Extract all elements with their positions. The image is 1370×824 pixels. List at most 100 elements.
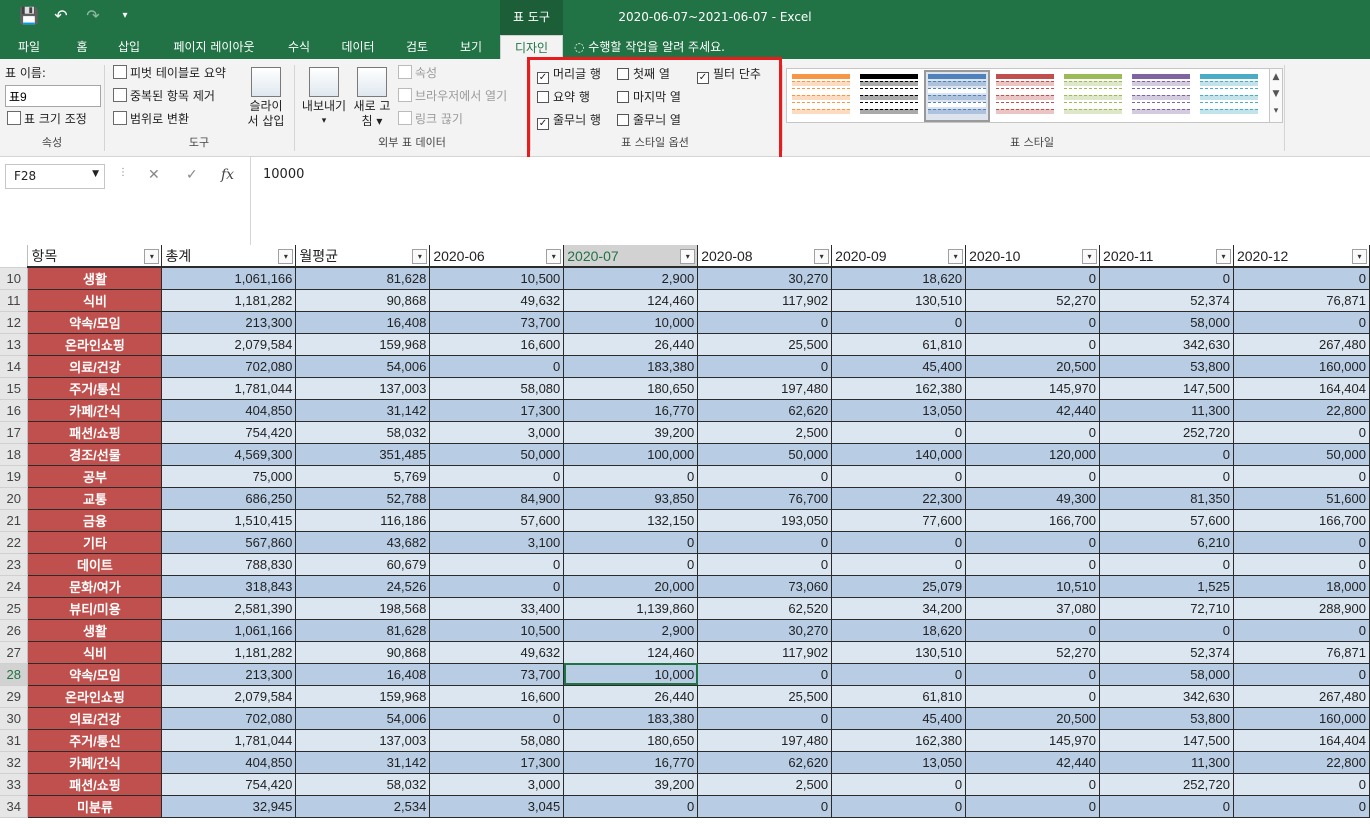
- value-cell[interactable]: 3,100: [429, 531, 565, 554]
- column-header[interactable]: 2020-07 ▾: [563, 245, 699, 268]
- value-cell[interactable]: 3,000: [429, 773, 565, 796]
- value-cell[interactable]: 2,500: [697, 421, 833, 444]
- value-cell[interactable]: 1,139,860: [563, 597, 699, 620]
- table-style-swatch[interactable]: [858, 72, 920, 120]
- properties-button[interactable]: 속성: [398, 65, 437, 81]
- category-cell[interactable]: 카페/간식: [27, 399, 163, 422]
- value-cell[interactable]: 0: [965, 465, 1101, 488]
- value-cell[interactable]: 25,079: [831, 575, 967, 598]
- value-cell[interactable]: 24,526: [295, 575, 431, 598]
- column-header[interactable]: 2020-08 ▾: [697, 245, 833, 268]
- value-cell[interactable]: 162,380: [831, 377, 967, 400]
- value-cell[interactable]: 2,534: [295, 795, 431, 818]
- value-cell[interactable]: 197,480: [697, 729, 833, 752]
- tab-design[interactable]: 디자인: [500, 35, 563, 59]
- category-cell[interactable]: 패션/쇼핑: [27, 421, 163, 444]
- value-cell[interactable]: 0: [697, 707, 833, 730]
- value-cell[interactable]: 58,080: [429, 729, 565, 752]
- value-cell[interactable]: 22,800: [1233, 399, 1370, 422]
- value-cell[interactable]: 58,032: [295, 773, 431, 796]
- value-cell[interactable]: 0: [697, 795, 833, 818]
- value-cell[interactable]: 11,300: [1099, 751, 1234, 774]
- value-cell[interactable]: 0: [1233, 267, 1370, 290]
- category-cell[interactable]: 생활: [27, 267, 163, 290]
- value-cell[interactable]: 77,600: [831, 509, 967, 532]
- worksheet-grid[interactable]: 항목 ▾ 총계 ▾ 월평균 ▾ 2020-06 ▾ 2020-07 ▾ 2020-08 ▾ 2020-0…: [0, 245, 1370, 824]
- value-cell[interactable]: 124,460: [563, 289, 699, 312]
- value-cell[interactable]: 180,650: [563, 377, 699, 400]
- value-cell[interactable]: 61,810: [831, 333, 967, 356]
- value-cell[interactable]: 0: [1233, 795, 1370, 818]
- value-cell[interactable]: 0: [965, 619, 1101, 642]
- value-cell[interactable]: 4,569,300: [161, 443, 297, 466]
- filter-dropdown-icon[interactable]: ▾: [412, 249, 428, 264]
- value-cell[interactable]: 140,000: [831, 443, 967, 466]
- value-cell[interactable]: 0: [1233, 311, 1370, 334]
- value-cell[interactable]: 0: [1233, 663, 1370, 686]
- column-header[interactable]: 항목 ▾: [27, 245, 163, 268]
- value-cell[interactable]: 0: [1233, 465, 1370, 488]
- tab-formulas[interactable]: 수식: [278, 35, 320, 59]
- value-cell[interactable]: 60,679: [295, 553, 431, 576]
- value-cell[interactable]: 52,788: [295, 487, 431, 510]
- value-cell[interactable]: 34,200: [831, 597, 967, 620]
- value-cell[interactable]: 2,900: [563, 267, 699, 290]
- value-cell[interactable]: 20,500: [965, 355, 1101, 378]
- row-number[interactable]: 19: [0, 465, 29, 488]
- value-cell[interactable]: 2,500: [697, 773, 833, 796]
- value-cell[interactable]: 90,868: [295, 289, 431, 312]
- value-cell[interactable]: 117,902: [697, 641, 833, 664]
- value-cell[interactable]: 75,000: [161, 465, 297, 488]
- convert-to-range-button[interactable]: 범위로 변환: [113, 111, 189, 127]
- value-cell[interactable]: 76,871: [1233, 289, 1370, 312]
- value-cell[interactable]: 0: [831, 553, 967, 576]
- category-cell[interactable]: 데이트: [27, 553, 163, 576]
- value-cell[interactable]: 22,800: [1233, 751, 1370, 774]
- value-cell[interactable]: 62,620: [697, 751, 833, 774]
- value-cell[interactable]: 0: [831, 531, 967, 554]
- value-cell[interactable]: 10,510: [965, 575, 1101, 598]
- row-number[interactable]: 27: [0, 641, 29, 664]
- value-cell[interactable]: 213,300: [161, 311, 297, 334]
- value-cell[interactable]: 0: [697, 663, 833, 686]
- category-cell[interactable]: 생활: [27, 619, 163, 642]
- category-cell[interactable]: 주거/통신: [27, 377, 163, 400]
- filter-dropdown-icon[interactable]: ▾: [1082, 249, 1098, 264]
- value-cell[interactable]: 404,850: [161, 751, 297, 774]
- value-cell[interactable]: 45,400: [831, 355, 967, 378]
- value-cell[interactable]: 197,480: [697, 377, 833, 400]
- value-cell[interactable]: 16,770: [563, 751, 699, 774]
- value-cell[interactable]: 22,300: [831, 487, 967, 510]
- row-number[interactable]: 22: [0, 531, 29, 554]
- tab-review[interactable]: 검토: [396, 35, 438, 59]
- value-cell[interactable]: 20,000: [563, 575, 699, 598]
- value-cell[interactable]: 57,600: [1099, 509, 1234, 532]
- value-cell[interactable]: 180,650: [563, 729, 699, 752]
- value-cell[interactable]: 76,700: [697, 487, 833, 510]
- column-header[interactable]: 2020-11 ▾: [1099, 245, 1234, 268]
- category-cell[interactable]: 경조/선물: [27, 443, 163, 466]
- value-cell[interactable]: 81,628: [295, 619, 431, 642]
- row-number[interactable]: 29: [0, 685, 29, 708]
- value-cell[interactable]: 42,440: [965, 399, 1101, 422]
- value-cell[interactable]: 788,830: [161, 553, 297, 576]
- column-header[interactable]: 2020-12 ▾: [1233, 245, 1370, 268]
- row-number[interactable]: 11: [0, 289, 29, 312]
- value-cell[interactable]: 100,000: [563, 443, 699, 466]
- value-cell[interactable]: 0: [429, 465, 565, 488]
- value-cell[interactable]: 567,860: [161, 531, 297, 554]
- value-cell[interactable]: 162,380: [831, 729, 967, 752]
- value-cell[interactable]: 2,079,584: [161, 685, 297, 708]
- value-cell[interactable]: 0: [1233, 619, 1370, 642]
- value-cell[interactable]: 50,000: [1233, 443, 1370, 466]
- value-cell[interactable]: 42,440: [965, 751, 1101, 774]
- column-header[interactable]: 2020-09 ▾: [831, 245, 967, 268]
- value-cell[interactable]: 0: [429, 707, 565, 730]
- value-cell[interactable]: 0: [563, 465, 699, 488]
- value-cell[interactable]: 39,200: [563, 773, 699, 796]
- value-cell[interactable]: 10,500: [429, 267, 565, 290]
- value-cell[interactable]: 0: [1233, 773, 1370, 796]
- value-cell[interactable]: 52,374: [1099, 641, 1234, 664]
- value-cell[interactable]: 754,420: [161, 421, 297, 444]
- row-number[interactable]: 15: [0, 377, 29, 400]
